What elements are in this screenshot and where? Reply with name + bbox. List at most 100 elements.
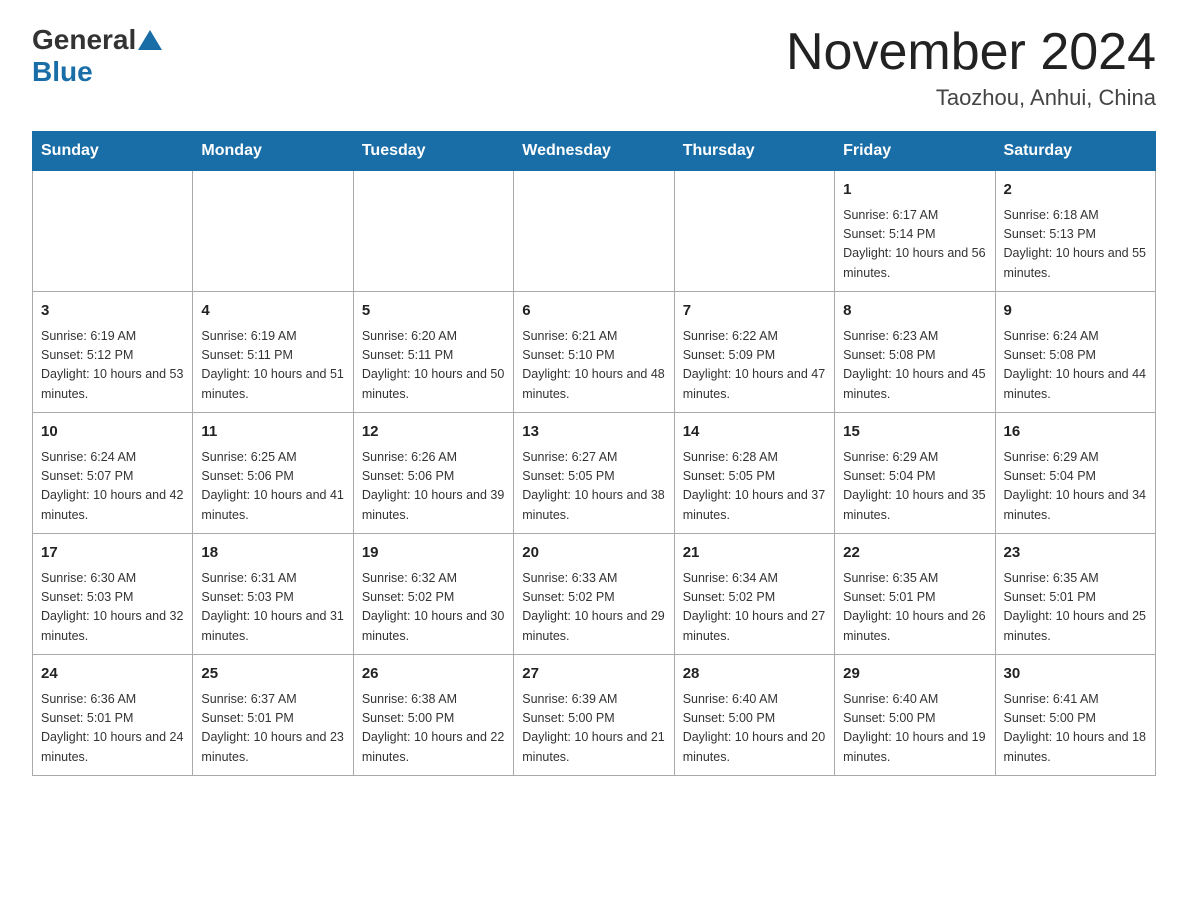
- table-row: 4 Sunrise: 6:19 AMSunset: 5:11 PMDaylight…: [193, 292, 353, 413]
- header-thursday: Thursday: [674, 132, 834, 171]
- table-row: 13Sunrise: 6:27 AMSunset: 5:05 PMDayligh…: [514, 413, 674, 534]
- table-row: 21 Sunrise: 6:34 AMSunset: 5:02 PMDayligh…: [674, 534, 834, 655]
- page-header: General Blue November 2024 Taozhou, Anhu…: [32, 24, 1156, 111]
- day-number: 3: [41, 300, 184, 323]
- day-number: 13: [522, 421, 665, 444]
- table-row: 18 Sunrise: 6:31 AMSunset: 5:03 PMDayligh…: [193, 534, 353, 655]
- month-year-title: November 2024: [786, 24, 1156, 81]
- day-info: Sunrise: 6:33 AMSunset: 5:02 PMDaylight:…: [522, 569, 665, 647]
- day-number: 18: [201, 542, 344, 565]
- table-row: 6 Sunrise: 6:21 AMSunset: 5:10 PMDaylight…: [514, 292, 674, 413]
- table-row: 29 Sunrise: 6:40 AMSunset: 5:00 PMDayligh…: [835, 655, 995, 776]
- table-row: 30 Sunrise: 6:41 AMSunset: 5:00 PMDayligh…: [995, 655, 1155, 776]
- table-row: 22Sunrise: 6:35 AMSunset: 5:01 PMDayligh…: [835, 534, 995, 655]
- table-row: 28 Sunrise: 6:40 AMSunset: 5:00 PMDayligh…: [674, 655, 834, 776]
- logo-general-text: General: [32, 24, 136, 56]
- day-number: 27: [522, 663, 665, 686]
- table-row: 10Sunrise: 6:24 AMSunset: 5:07 PMDayligh…: [33, 413, 193, 534]
- table-row: 20 Sunrise: 6:33 AMSunset: 5:02 PMDayligh…: [514, 534, 674, 655]
- table-row: [33, 171, 193, 292]
- table-row: 15Sunrise: 6:29 AMSunset: 5:04 PMDayligh…: [835, 413, 995, 534]
- day-info: Sunrise: 6:19 AMSunset: 5:11 PMDaylight:…: [201, 327, 344, 405]
- day-number: 26: [362, 663, 505, 686]
- table-row: 7 Sunrise: 6:22 AMSunset: 5:09 PMDaylight…: [674, 292, 834, 413]
- calendar-week-row: 17 Sunrise: 6:30 AMSunset: 5:03 PMDayligh…: [33, 534, 1156, 655]
- title-section: November 2024 Taozhou, Anhui, China: [786, 24, 1156, 111]
- day-number: 6: [522, 300, 665, 323]
- table-row: 1 Sunrise: 6:17 AMSunset: 5:14 PMDaylight…: [835, 171, 995, 292]
- day-info: Sunrise: 6:30 AMSunset: 5:03 PMDaylight:…: [41, 569, 184, 647]
- header-wednesday: Wednesday: [514, 132, 674, 171]
- day-info: Sunrise: 6:17 AMSunset: 5:14 PMDaylight:…: [843, 206, 986, 284]
- day-info: Sunrise: 6:28 AMSunset: 5:05 PMDaylight:…: [683, 448, 826, 526]
- day-number: 21: [683, 542, 826, 565]
- day-info: Sunrise: 6:29 AMSunset: 5:04 PMDaylight:…: [843, 448, 986, 526]
- day-info: Sunrise: 6:22 AMSunset: 5:09 PMDaylight:…: [683, 327, 826, 405]
- day-info: Sunrise: 6:39 AMSunset: 5:00 PMDaylight:…: [522, 690, 665, 768]
- day-info: Sunrise: 6:21 AMSunset: 5:10 PMDaylight:…: [522, 327, 665, 405]
- table-row: [353, 171, 513, 292]
- day-number: 10: [41, 421, 184, 444]
- day-info: Sunrise: 6:40 AMSunset: 5:00 PMDaylight:…: [683, 690, 826, 768]
- location-subtitle: Taozhou, Anhui, China: [786, 85, 1156, 111]
- calendar-week-row: 24Sunrise: 6:36 AMSunset: 5:01 PMDayligh…: [33, 655, 1156, 776]
- day-number: 29: [843, 663, 986, 686]
- day-info: Sunrise: 6:35 AMSunset: 5:01 PMDaylight:…: [1004, 569, 1147, 647]
- day-info: Sunrise: 6:38 AMSunset: 5:00 PMDaylight:…: [362, 690, 505, 768]
- table-row: 12 Sunrise: 6:26 AMSunset: 5:06 PMDayligh…: [353, 413, 513, 534]
- day-number: 19: [362, 542, 505, 565]
- day-info: Sunrise: 6:36 AMSunset: 5:01 PMDaylight:…: [41, 690, 184, 768]
- day-number: 14: [683, 421, 826, 444]
- day-info: Sunrise: 6:23 AMSunset: 5:08 PMDaylight:…: [843, 327, 986, 405]
- table-row: 14 Sunrise: 6:28 AMSunset: 5:05 PMDayligh…: [674, 413, 834, 534]
- header-monday: Monday: [193, 132, 353, 171]
- day-number: 4: [201, 300, 344, 323]
- table-row: [193, 171, 353, 292]
- logo-blue-text: Blue: [32, 56, 93, 87]
- table-row: 23Sunrise: 6:35 AMSunset: 5:01 PMDayligh…: [995, 534, 1155, 655]
- day-number: 16: [1004, 421, 1147, 444]
- day-number: 7: [683, 300, 826, 323]
- day-info: Sunrise: 6:25 AMSunset: 5:06 PMDaylight:…: [201, 448, 344, 526]
- table-row: 19 Sunrise: 6:32 AMSunset: 5:02 PMDayligh…: [353, 534, 513, 655]
- day-info: Sunrise: 6:31 AMSunset: 5:03 PMDaylight:…: [201, 569, 344, 647]
- calendar-week-row: 1 Sunrise: 6:17 AMSunset: 5:14 PMDaylight…: [33, 171, 1156, 292]
- day-info: Sunrise: 6:40 AMSunset: 5:00 PMDaylight:…: [843, 690, 986, 768]
- day-number: 30: [1004, 663, 1147, 686]
- day-info: Sunrise: 6:35 AMSunset: 5:01 PMDaylight:…: [843, 569, 986, 647]
- day-info: Sunrise: 6:26 AMSunset: 5:06 PMDaylight:…: [362, 448, 505, 526]
- header-friday: Friday: [835, 132, 995, 171]
- day-number: 1: [843, 179, 986, 202]
- day-number: 2: [1004, 179, 1147, 202]
- logo-triangle-icon: [138, 30, 162, 50]
- day-number: 9: [1004, 300, 1147, 323]
- table-row: 27 Sunrise: 6:39 AMSunset: 5:00 PMDayligh…: [514, 655, 674, 776]
- day-number: 17: [41, 542, 184, 565]
- day-number: 12: [362, 421, 505, 444]
- calendar-week-row: 10Sunrise: 6:24 AMSunset: 5:07 PMDayligh…: [33, 413, 1156, 534]
- table-row: 5 Sunrise: 6:20 AMSunset: 5:11 PMDaylight…: [353, 292, 513, 413]
- day-number: 28: [683, 663, 826, 686]
- table-row: 25Sunrise: 6:37 AMSunset: 5:01 PMDayligh…: [193, 655, 353, 776]
- table-row: 11 Sunrise: 6:25 AMSunset: 5:06 PMDayligh…: [193, 413, 353, 534]
- day-info: Sunrise: 6:32 AMSunset: 5:02 PMDaylight:…: [362, 569, 505, 647]
- calendar-header-row: Sunday Monday Tuesday Wednesday Thursday…: [33, 132, 1156, 171]
- day-info: Sunrise: 6:24 AMSunset: 5:08 PMDaylight:…: [1004, 327, 1147, 405]
- day-number: 25: [201, 663, 344, 686]
- day-info: Sunrise: 6:34 AMSunset: 5:02 PMDaylight:…: [683, 569, 826, 647]
- table-row: [674, 171, 834, 292]
- day-number: 20: [522, 542, 665, 565]
- calendar-week-row: 3Sunrise: 6:19 AMSunset: 5:12 PMDaylight…: [33, 292, 1156, 413]
- header-tuesday: Tuesday: [353, 132, 513, 171]
- table-row: 2Sunrise: 6:18 AMSunset: 5:13 PMDaylight…: [995, 171, 1155, 292]
- table-row: 17 Sunrise: 6:30 AMSunset: 5:03 PMDayligh…: [33, 534, 193, 655]
- day-number: 5: [362, 300, 505, 323]
- day-info: Sunrise: 6:41 AMSunset: 5:00 PMDaylight:…: [1004, 690, 1147, 768]
- day-info: Sunrise: 6:20 AMSunset: 5:11 PMDaylight:…: [362, 327, 505, 405]
- day-number: 11: [201, 421, 344, 444]
- table-row: 24Sunrise: 6:36 AMSunset: 5:01 PMDayligh…: [33, 655, 193, 776]
- table-row: 16Sunrise: 6:29 AMSunset: 5:04 PMDayligh…: [995, 413, 1155, 534]
- calendar-table: Sunday Monday Tuesday Wednesday Thursday…: [32, 131, 1156, 776]
- table-row: 9 Sunrise: 6:24 AMSunset: 5:08 PMDaylight…: [995, 292, 1155, 413]
- table-row: 8Sunrise: 6:23 AMSunset: 5:08 PMDaylight…: [835, 292, 995, 413]
